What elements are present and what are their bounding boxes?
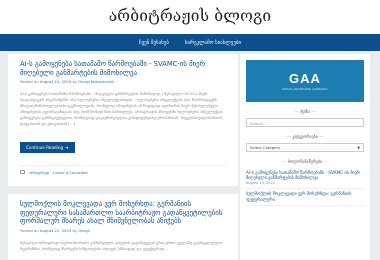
site-title[interactable]: არბიტრაჟის ბლოგი — [0, 0, 380, 25]
chevron-down-icon: ▼ — [357, 145, 360, 150]
gaa-banner[interactable]: GAA ᲒᲐᲠᲡᲘᲡ ᲐᲠᲑᲘᲢᲠᲐᲟᲘᲡ ᲐᲡᲝᲪᲘᲐᲪᲘᲐ — [246, 60, 364, 102]
post-card: AI-ს გამოყენება სათამაშო წარმოებაში - SV… — [8, 54, 238, 186]
search-widget-title: — ძებნა — — [294, 109, 316, 114]
list-item: AI-ს გამოყენება სათამაშო წარმოებაში - SV… — [246, 168, 364, 190]
folder-icon — [20, 170, 25, 175]
recent-posts-widget-title: — ბოლოჩანაწერები — — [282, 159, 328, 164]
by-label: by — [72, 79, 78, 84]
recent-post-link[interactable]: AI-ს გამოყენება სათამაშო წარმოებაში - SV… — [246, 170, 364, 180]
leave-comment-link[interactable]: Leave a Comment — [53, 170, 88, 175]
post-meta: Posted on August 22, 2025 by Giorgi — [20, 228, 226, 233]
by-label: by — [72, 227, 78, 233]
site-header: არბიტრაჟის ბლოგი — [0, 0, 380, 34]
recent-post-link[interactable]: სულმოქლის მოკლევადა ვერ მოხერხდა: გერმან… — [246, 191, 364, 201]
gaa-subtitle: ᲒᲐᲠᲡᲘᲡ ᲐᲠᲑᲘᲢᲠᲐᲟᲘᲡ ᲐᲡᲝᲪᲘᲐᲪᲘᲐ — [282, 88, 328, 91]
post-excerpt: AI-ს გამოყენება სათამაშო წარმოებაში – მი… — [20, 91, 224, 127]
category-select-value: Select Category — [250, 145, 281, 150]
posted-on-label: Posted on — [20, 79, 39, 84]
post-excerpt: შესავალი არბიტრაჟი საერთაშორისო კომერციუ… — [20, 239, 223, 251]
gaa-logo: GAA — [289, 71, 321, 86]
post-footer: არბიტრაჟი Leave a Comment — [20, 164, 226, 175]
sidebar: GAA ᲒᲐᲠᲡᲘᲡ ᲐᲠᲑᲘᲢᲠᲐᲟᲘᲡ ᲐᲡᲝᲪᲘᲐᲪᲘᲐ — ძებნა … — [240, 54, 370, 260]
post-author[interactable]: Giorgi Kokonashvili — [78, 79, 114, 84]
continue-reading-button[interactable]: Continue Reading ➔ — [20, 141, 75, 153]
post-title[interactable]: სულმოქლის მოკლევადა ვერ მოხერხდა: გერმან… — [20, 200, 226, 226]
categories-widget-title: — კატეგორიები — — [286, 134, 324, 139]
search-input[interactable]: Search... — [246, 118, 364, 127]
category-select[interactable]: Select Category ▼ — [246, 143, 364, 152]
recent-posts-list: AI-ს გამოყენება სათამაშო წარმოებაში - SV… — [246, 168, 364, 206]
arrow-right-icon: ➔ — [65, 144, 69, 150]
post-author[interactable]: Giorgi — [78, 228, 89, 233]
posted-on-label: Posted on — [20, 227, 39, 233]
list-item: სულმოქლის მოკლევადა ვერ მოხერხდა: გერმან… — [246, 189, 364, 206]
nav-item-about[interactable]: ჩვენ შესახებ — [139, 40, 169, 46]
continue-reading-label: Continue Reading — [26, 144, 64, 150]
post-date[interactable]: August 24, 2025 — [40, 79, 71, 84]
main-content: AI-ს გამოყენება სათამაშო წარმოებაში - SV… — [8, 54, 238, 260]
post-card: სულმოქლის მოკლევადა ვერ მოხერხდა: გერმან… — [8, 194, 238, 260]
recent-post-date: August 24, 2025 — [246, 181, 275, 186]
nav-item-ad-news[interactable]: სარეკლამო სიახლეები — [185, 40, 241, 46]
post-category[interactable]: არბიტრაჟი — [29, 170, 49, 175]
post-date[interactable]: August 22, 2025 — [40, 228, 71, 233]
post-title[interactable]: AI-ს გამოყენება სათამაშო წარმოებაში - SV… — [20, 60, 226, 77]
post-meta: Posted on August 24, 2025 by Giorgi Koko… — [20, 79, 226, 84]
main-navigation: ჩვენ შესახებ სარეკლამო სიახლეები — [0, 34, 380, 51]
